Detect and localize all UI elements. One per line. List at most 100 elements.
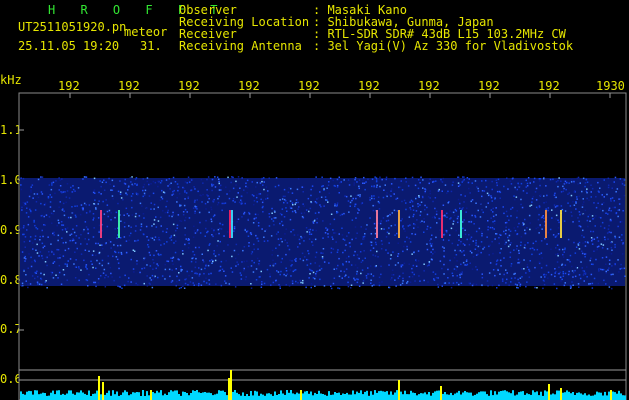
noise-dot <box>62 224 65 226</box>
noise-dot <box>209 243 211 245</box>
noise-dot <box>130 281 132 283</box>
noise-dot <box>271 218 273 220</box>
noise-dot <box>538 232 540 234</box>
noise-dot <box>101 244 103 246</box>
noise-dot <box>354 226 357 228</box>
noise-dot <box>455 269 458 271</box>
noise-dot <box>603 227 606 229</box>
noise-dot <box>585 190 588 192</box>
noise-dot <box>296 188 299 191</box>
noise-dot <box>227 176 229 179</box>
noise-dot <box>297 178 300 180</box>
noise-dot <box>210 206 212 209</box>
noise-dot <box>438 217 440 220</box>
noise-dot <box>89 211 91 213</box>
noise-dot <box>163 243 165 245</box>
noise-dot <box>516 210 518 212</box>
noise-dot <box>307 259 310 261</box>
noise-dot <box>36 252 39 254</box>
noise-dot <box>372 254 374 256</box>
noise-dot <box>281 198 284 200</box>
noise-dot <box>491 180 493 183</box>
noise-dot <box>80 243 82 245</box>
noise-dot <box>321 176 323 178</box>
noise-dot <box>316 217 318 220</box>
noise-dot <box>177 186 180 188</box>
level-bar <box>36 390 38 400</box>
noise-dot <box>378 202 381 204</box>
noise-dot <box>614 236 617 239</box>
noise-dot <box>239 187 241 189</box>
noise-dot <box>558 221 560 224</box>
noise-dot <box>308 277 310 279</box>
noise-dot <box>607 184 610 186</box>
noise-dot <box>389 213 391 216</box>
noise-dot <box>536 248 539 251</box>
noise-dot <box>291 210 294 213</box>
level-bar <box>58 390 60 400</box>
noise-dot <box>543 273 545 276</box>
noise-dot <box>621 234 623 236</box>
noise-dot <box>92 213 95 215</box>
level-bar <box>452 395 454 400</box>
noise-dot <box>301 252 304 255</box>
noise-dot <box>538 261 541 263</box>
noise-dot <box>385 249 387 251</box>
level-bar <box>396 390 398 400</box>
noise-dot <box>146 177 149 179</box>
noise-dot <box>103 179 105 181</box>
level-bar <box>362 394 364 400</box>
noise-dot <box>399 186 402 188</box>
noise-dot <box>508 228 510 231</box>
noise-dot <box>503 230 505 233</box>
noise-dot <box>391 212 393 214</box>
noise-dot <box>113 279 115 282</box>
noise-dot <box>311 270 313 272</box>
level-bar <box>486 394 488 400</box>
noise-dot <box>179 205 181 207</box>
noise-dot <box>461 251 463 253</box>
noise-dot <box>92 236 95 238</box>
noise-dot <box>317 197 320 199</box>
noise-dot <box>50 271 52 273</box>
noise-dot <box>107 276 109 278</box>
level-bar <box>100 394 102 400</box>
noise-dot <box>382 217 385 219</box>
noise-dot <box>464 264 466 266</box>
noise-dot <box>545 208 547 210</box>
level-bar <box>336 393 338 400</box>
level-spike <box>398 380 400 400</box>
noise-dot <box>36 228 39 230</box>
level-bar <box>424 392 426 400</box>
noise-dot <box>235 180 237 183</box>
noise-dot <box>483 190 486 192</box>
level-bar <box>38 394 40 400</box>
noise-dot <box>489 244 491 246</box>
noise-dot <box>198 246 200 249</box>
noise-dot <box>243 211 246 214</box>
level-bar <box>522 391 524 400</box>
noise-dot <box>38 283 41 285</box>
noise-dot <box>408 237 411 240</box>
noise-dot <box>114 251 117 254</box>
noise-dot <box>491 240 493 243</box>
noise-dot <box>540 252 543 254</box>
noise-dot <box>75 216 77 218</box>
noise-dot <box>379 222 382 225</box>
level-bar <box>294 394 296 400</box>
noise-dot <box>214 176 216 178</box>
noise-dot <box>520 182 523 185</box>
noise-dot <box>420 211 422 213</box>
level-bar <box>94 393 96 400</box>
noise-dot <box>348 211 350 213</box>
noise-dot <box>345 268 348 270</box>
noise-dot <box>490 209 493 211</box>
noise-dot <box>255 234 257 237</box>
noise-dot <box>499 233 501 236</box>
level-bar <box>232 391 234 400</box>
noise-dot <box>603 236 606 238</box>
noise-dot <box>57 219 60 222</box>
noise-dot <box>226 231 229 233</box>
noise-dot <box>440 178 442 181</box>
noise-dot <box>142 259 145 261</box>
